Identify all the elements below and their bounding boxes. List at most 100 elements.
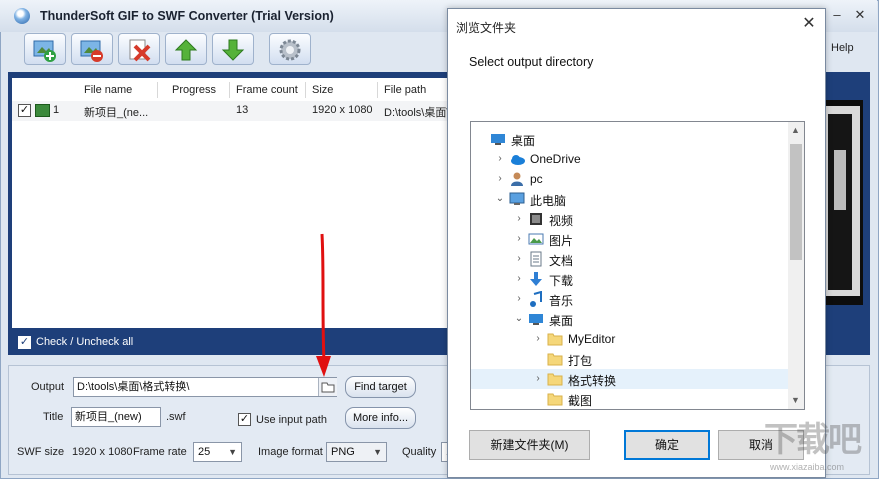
cell-file-path: D:\tools\桌面\ xyxy=(384,107,448,119)
tree-item-label: 此电脑 xyxy=(530,194,567,208)
tree-item-label: OneDrive xyxy=(530,152,581,166)
browse-folder-dialog: 浏览文件夹 ✕ Select output directory 桌面 › OneDr… xyxy=(447,8,826,478)
check-all-checkbox[interactable]: ✓ xyxy=(18,336,31,349)
dialog-close-icon[interactable]: ✕ xyxy=(798,13,820,35)
use-input-path-checkbox[interactable]: ✓ xyxy=(238,413,251,426)
desktop-folder-icon xyxy=(529,314,543,325)
move-down-icon xyxy=(221,39,245,61)
tree-item-label: 下载 xyxy=(549,274,574,288)
computer-icon xyxy=(509,192,525,205)
tree-expand-icon[interactable]: › xyxy=(533,372,543,386)
clear-list-icon xyxy=(129,39,151,62)
tree-item[interactable]: › 下载 xyxy=(471,269,788,289)
pictures-folder-icon xyxy=(528,233,544,245)
chevron-down-icon: ▼ xyxy=(228,447,237,457)
tree-collapse-icon[interactable]: ⌄ xyxy=(495,192,505,206)
tree-item[interactable]: › MyEditor xyxy=(471,329,788,349)
tree-expand-icon[interactable]: › xyxy=(495,172,505,186)
use-input-path-label[interactable]: Use input path xyxy=(256,414,327,426)
close-icon[interactable]: ✕ xyxy=(853,8,867,22)
music-folder-icon xyxy=(530,291,542,307)
cell-frame-count: 13 xyxy=(236,104,249,116)
minimize-icon[interactable]: – xyxy=(830,8,844,22)
tree-expand-icon[interactable]: › xyxy=(514,252,524,266)
image-format-select[interactable]: PNG ▼ xyxy=(326,442,387,462)
tree-expand-icon[interactable]: › xyxy=(514,212,524,226)
tree-expand-icon[interactable] xyxy=(533,392,543,406)
documents-folder-icon xyxy=(530,251,542,267)
column-header-frame-count[interactable]: Frame count xyxy=(236,80,298,100)
swf-size-value: 1920 x 1080 xyxy=(72,446,133,458)
column-separator xyxy=(377,82,378,98)
cell-size: 1920 x 1080 xyxy=(312,104,373,116)
output-label: Output xyxy=(31,381,65,393)
tree-collapse-icon[interactable]: ⌄ xyxy=(514,312,524,326)
frame-rate-value: 25 xyxy=(198,446,211,458)
tree-item[interactable]: › 格式转换 xyxy=(471,369,788,389)
frame-rate-select[interactable]: 25 ▼ xyxy=(193,442,242,462)
swf-size-label: SWF size xyxy=(17,446,65,458)
row-checkbox[interactable]: ✓ xyxy=(18,104,31,117)
onedrive-cloud-icon xyxy=(511,155,525,165)
tree-item[interactable]: ⌄ 桌面 xyxy=(471,309,788,329)
title-field[interactable]: 新项目_(new) xyxy=(71,407,161,427)
tree-item[interactable]: › 音乐 xyxy=(471,289,788,309)
find-target-button[interactable]: Find target xyxy=(345,376,416,398)
add-file-button[interactable] xyxy=(24,33,66,65)
tree-item[interactable]: › 图片 xyxy=(471,229,788,249)
row-index: 1 xyxy=(53,104,60,116)
tree-item-label: 音乐 xyxy=(549,294,574,308)
gif-file-icon xyxy=(35,104,50,117)
tree-item[interactable]: ⌄ 此电脑 xyxy=(471,189,788,209)
tree-expand-icon[interactable] xyxy=(533,352,543,366)
tree-expand-icon[interactable]: › xyxy=(514,272,524,286)
tree-expand-icon[interactable]: › xyxy=(514,232,524,246)
remove-file-button[interactable] xyxy=(71,33,113,65)
move-down-button[interactable] xyxy=(212,33,254,65)
dialog-description: Select output directory xyxy=(469,55,594,69)
tree-item[interactable]: › pc xyxy=(471,169,788,189)
ok-button[interactable]: 确定 xyxy=(624,430,710,460)
tree-expand-icon[interactable]: › xyxy=(533,332,543,346)
move-up-icon xyxy=(174,39,198,61)
tree-item[interactable]: 打包 xyxy=(471,349,788,369)
column-header-file-name[interactable]: File name xyxy=(84,80,132,100)
tree-item[interactable]: 图标 xyxy=(471,409,788,410)
settings-button[interactable] xyxy=(269,33,311,65)
tree-item-label: 打包 xyxy=(568,354,593,368)
annotation-arrow xyxy=(316,233,331,377)
column-header-progress[interactable]: Progress xyxy=(172,80,216,100)
check-all-label[interactable]: Check / Uncheck all xyxy=(36,336,133,348)
column-header-size[interactable]: Size xyxy=(312,80,333,100)
output-path-field[interactable]: D:\tools\桌面\格式转换\ xyxy=(73,377,337,397)
clear-list-button[interactable] xyxy=(118,33,160,65)
folder-icon xyxy=(547,333,563,346)
tree-expand-icon[interactable] xyxy=(476,132,486,146)
scrollbar-thumb[interactable] xyxy=(790,144,802,260)
more-info-button[interactable]: More info... xyxy=(345,407,416,429)
tree-item[interactable]: › 视频 xyxy=(471,209,788,229)
tree-item[interactable]: 桌面 xyxy=(471,129,788,149)
tree-item[interactable]: 截图 xyxy=(471,389,788,409)
cell-file-name: 新项目_(ne... xyxy=(84,107,149,119)
tree-item-label: 视频 xyxy=(549,214,574,228)
tree-item[interactable]: › 文档 xyxy=(471,249,788,269)
column-header-file-path[interactable]: File path xyxy=(384,80,426,100)
scroll-down-icon[interactable]: ▼ xyxy=(791,395,800,405)
tree-scrollbar[interactable]: ▲ ▼ xyxy=(788,122,804,409)
move-up-button[interactable] xyxy=(165,33,207,65)
help-link[interactable]: Help xyxy=(831,42,854,54)
tree-item[interactable]: › OneDrive xyxy=(471,149,788,169)
tree-expand-icon[interactable]: › xyxy=(514,292,524,306)
new-folder-button[interactable]: 新建文件夹(M) xyxy=(469,430,590,460)
watermark-url: www.xiazaiba.com xyxy=(770,462,845,472)
column-separator xyxy=(305,82,306,98)
tree-item-label: 文档 xyxy=(549,254,574,268)
folder-tree[interactable]: 桌面 › OneDrive › pc ⌄ 此电脑 › 视频 › 图片 › 文档 › 下载 › 音乐 ⌄ 桌面 › MyE… xyxy=(470,121,805,410)
folder-icon xyxy=(547,353,563,366)
downloads-folder-icon xyxy=(530,272,542,286)
tree-expand-icon[interactable]: › xyxy=(495,152,505,166)
scroll-up-icon[interactable]: ▲ xyxy=(791,125,800,135)
tree-item-label: MyEditor xyxy=(568,332,616,346)
tree-item-label: pc xyxy=(530,172,543,186)
